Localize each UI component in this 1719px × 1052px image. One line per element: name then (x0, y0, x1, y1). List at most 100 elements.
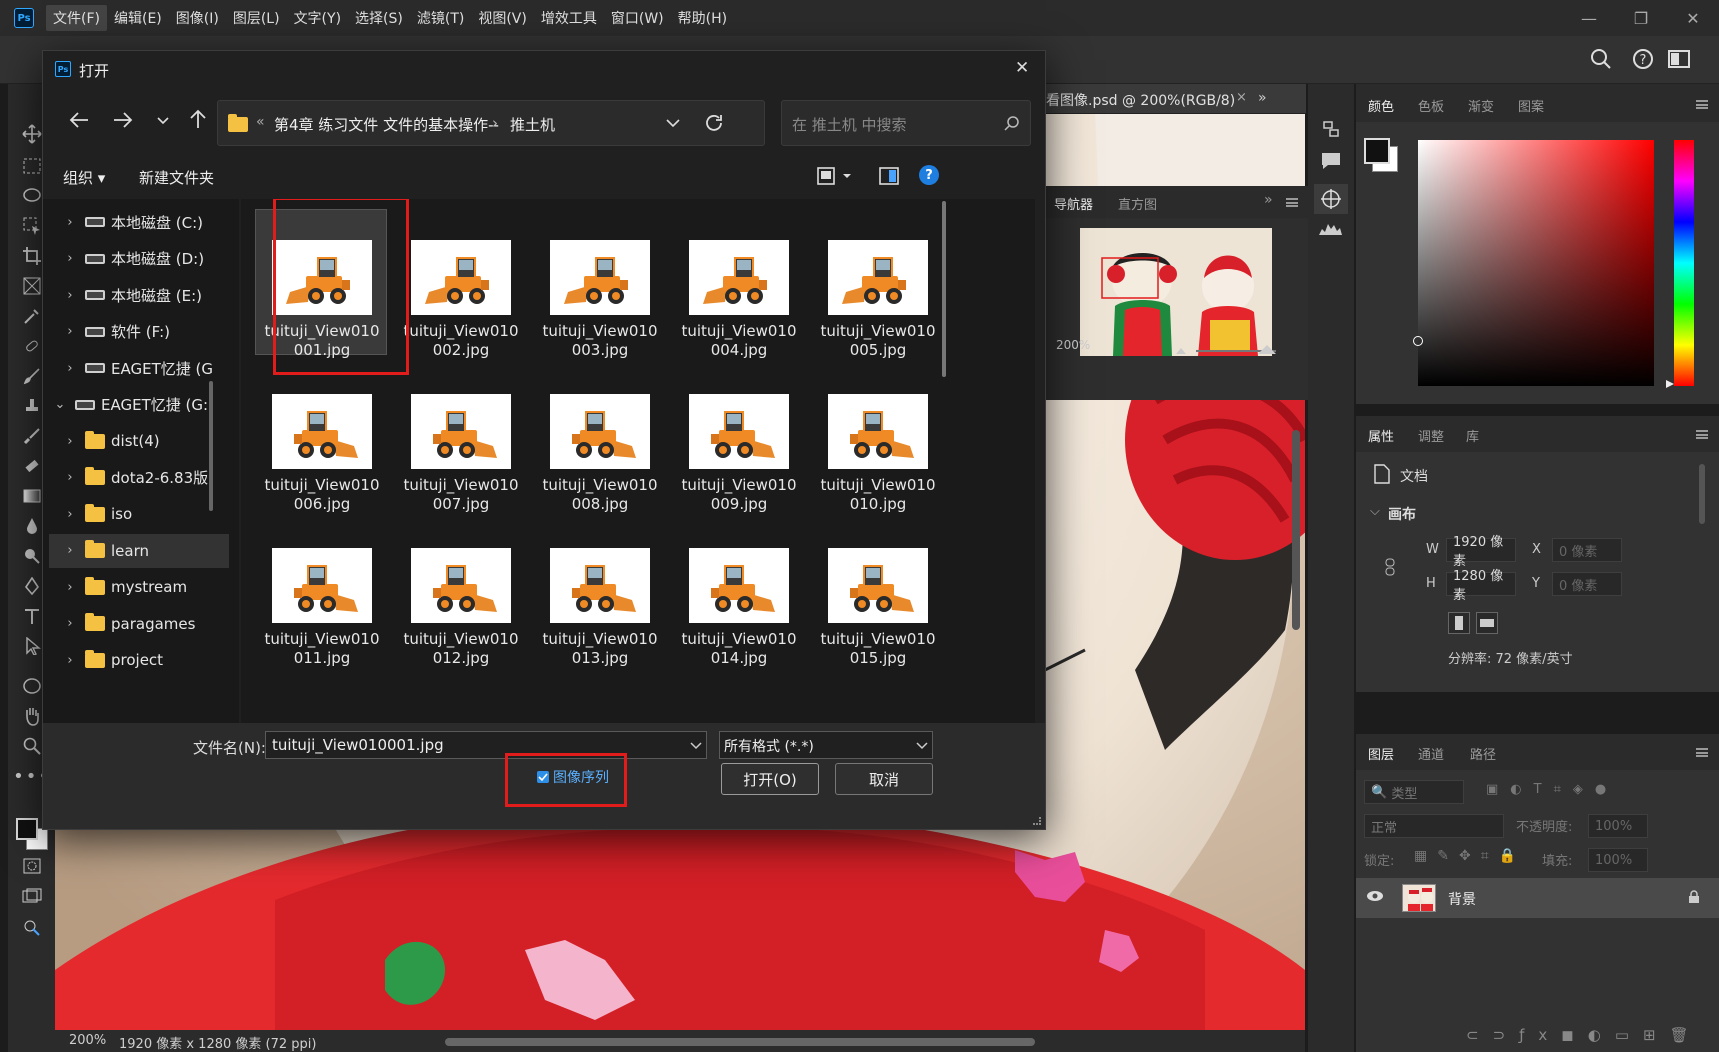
nav-item[interactable]: › 软件 (F:) (49, 315, 229, 349)
nav-item[interactable]: › paragames (49, 607, 229, 641)
width-field[interactable]: 1920 像素 (1446, 535, 1516, 569)
chevron-down-icon[interactable]: ⌄ (49, 397, 71, 412)
filename-dropdown-icon[interactable] (690, 742, 702, 750)
hand-tool-icon[interactable] (20, 704, 44, 728)
open-button[interactable]: 打开(O) (721, 763, 819, 795)
nav-item[interactable]: › learn (49, 533, 229, 568)
menu-image[interactable]: 图像(I) (169, 5, 226, 31)
navigator-panel-icon[interactable] (1314, 184, 1348, 214)
file-item[interactable]: tuituji_View010 003.jpg (533, 209, 665, 359)
tabs-overflow-icon[interactable]: » (1258, 90, 1267, 106)
menu-select[interactable]: 选择(S) (348, 5, 410, 31)
chevron-right-icon[interactable]: › (59, 616, 81, 631)
search-icon[interactable] (1590, 48, 1612, 70)
file-item[interactable]: tuituji_View010 009.jpg (672, 363, 804, 513)
chevron-right-icon[interactable]: › (59, 653, 81, 668)
blend-mode-select[interactable]: 正常 (1364, 814, 1504, 838)
filename-input[interactable]: tuituji_View010001.jpg (265, 731, 707, 759)
tab-libraries[interactable]: 库 (1466, 426, 1479, 445)
close-window-icon[interactable]: ✕ (1667, 0, 1719, 36)
move-tool-icon[interactable] (20, 122, 44, 146)
portrait-icon[interactable] (1448, 612, 1470, 634)
landscape-icon[interactable] (1476, 612, 1498, 634)
address-bar[interactable]: « 第4章 练习文件 文件的基本操作-- › 推土机 (217, 100, 765, 146)
preview-pane-icon[interactable] (879, 167, 899, 185)
menu-layer[interactable]: 图层(L) (226, 5, 287, 31)
comments-panel-icon[interactable] (1320, 150, 1342, 172)
frame-tool-icon[interactable] (20, 274, 44, 298)
dialog-close-button[interactable]: ✕ (1015, 58, 1029, 78)
menu-file[interactable]: 文件(F) (46, 5, 107, 31)
tab-adjustments[interactable]: 调整 (1418, 426, 1444, 445)
panel-menu-icon[interactable] (1696, 430, 1708, 439)
up-arrow-icon[interactable] (189, 109, 207, 129)
nav-item[interactable]: › EAGET忆捷 (G (49, 351, 229, 385)
breadcrumb-prefix[interactable]: « (256, 114, 265, 130)
dodge-tool-icon[interactable] (20, 544, 44, 568)
history-brush-icon[interactable] (20, 424, 44, 448)
eye-icon[interactable] (1366, 890, 1384, 902)
back-arrow-icon[interactable] (69, 111, 89, 129)
collapse-icon[interactable]: » (1264, 192, 1273, 208)
edit-toolbar-icon[interactable] (20, 916, 44, 940)
chevron-right-icon[interactable]: › (59, 470, 81, 485)
chevron-right-icon[interactable]: › (59, 288, 81, 303)
layer-footer-icons[interactable]: ⊂⊃ƒx◼◐▭⊞🗑 (1466, 1026, 1703, 1044)
gradient-icon[interactable] (20, 484, 44, 508)
screen-mode-icon[interactable] (20, 884, 44, 908)
menu-window[interactable]: 窗口(W) (604, 5, 671, 31)
nav-item[interactable]: › 本地磁盘 (E:) (49, 278, 229, 312)
file-item[interactable]: tuituji_View010 005.jpg (811, 209, 943, 359)
help-icon[interactable]: ? (1632, 48, 1654, 70)
menu-edit[interactable]: 编辑(E) (107, 5, 169, 31)
view-mode-icon[interactable] (817, 167, 853, 185)
restore-icon[interactable]: ❐ (1615, 0, 1667, 36)
document-tab[interactable]: 看图像.psd @ 200%(RGB/8) × (1046, 84, 1306, 114)
file-type-select[interactable]: 所有格式 (*.*) (719, 731, 933, 759)
search-box[interactable]: 在 推土机 中搜索 (781, 100, 1031, 146)
file-item[interactable]: tuituji_View010 015.jpg (811, 517, 943, 667)
status-zoom[interactable]: 200% (69, 1033, 106, 1048)
blur-tool-icon[interactable] (20, 514, 44, 538)
minimize-icon[interactable]: — (1563, 0, 1615, 36)
properties-scrollbar[interactable] (1699, 464, 1705, 524)
chevron-right-icon[interactable]: › (59, 543, 81, 558)
marquee-tool-icon[interactable] (20, 154, 44, 178)
chevron-right-icon[interactable]: › (59, 215, 81, 230)
layer-filter-icons[interactable]: ▣◐T⌗◈● (1486, 782, 1618, 797)
foreground-color-swatch[interactable] (16, 818, 38, 840)
pen-tool-icon[interactable] (20, 574, 44, 598)
menu-type[interactable]: 文字(Y) (287, 5, 348, 31)
menu-help[interactable]: 帮助(H) (671, 5, 734, 31)
zoom-in-icon[interactable] (1258, 344, 1276, 354)
tab-properties[interactable]: 属性 (1368, 426, 1394, 445)
color-field[interactable] (1413, 140, 1654, 386)
file-item[interactable]: tuituji_View010 014.jpg (672, 517, 804, 667)
new-folder-button[interactable]: 新建文件夹 (139, 167, 214, 188)
nav-item[interactable]: › 本地磁盘 (C:) (49, 205, 229, 239)
type-tool-icon[interactable] (20, 604, 44, 628)
history-panel-icon[interactable] (1320, 118, 1342, 140)
ellipse-tool-icon[interactable] (20, 674, 44, 698)
menu-plugins[interactable]: 增效工具 (534, 5, 604, 31)
organize-button[interactable]: 组织 ▾ (63, 167, 105, 188)
forward-arrow-icon[interactable] (113, 111, 133, 129)
chevron-right-icon[interactable]: › (59, 251, 81, 266)
file-item[interactable]: tuituji_View010 013.jpg (533, 517, 665, 667)
file-item[interactable]: tuituji_View010 012.jpg (394, 517, 526, 667)
lock-icons[interactable]: ▦✎✥⌗🔒 (1414, 848, 1526, 864)
path-select-icon[interactable] (20, 634, 44, 658)
tab-histogram[interactable]: 直方图 (1118, 194, 1157, 213)
breadcrumb-current[interactable]: 推土机 (510, 114, 555, 135)
y-field[interactable]: 0 像素 (1552, 572, 1622, 596)
histogram-panel-icon[interactable] (1318, 220, 1342, 236)
nav-item[interactable]: › dota2-6.83版 (49, 461, 229, 495)
crop-tool-icon[interactable] (20, 244, 44, 268)
healing-brush-icon[interactable] (20, 334, 44, 358)
menu-filter[interactable]: 滤镜(T) (410, 5, 471, 31)
grid-scrollbar[interactable] (942, 201, 946, 377)
navigator-preview[interactable] (1080, 228, 1272, 356)
zoom-tool-icon[interactable] (20, 734, 44, 758)
file-type-dropdown-icon[interactable] (916, 742, 928, 750)
help-icon[interactable]: ? (919, 165, 939, 185)
